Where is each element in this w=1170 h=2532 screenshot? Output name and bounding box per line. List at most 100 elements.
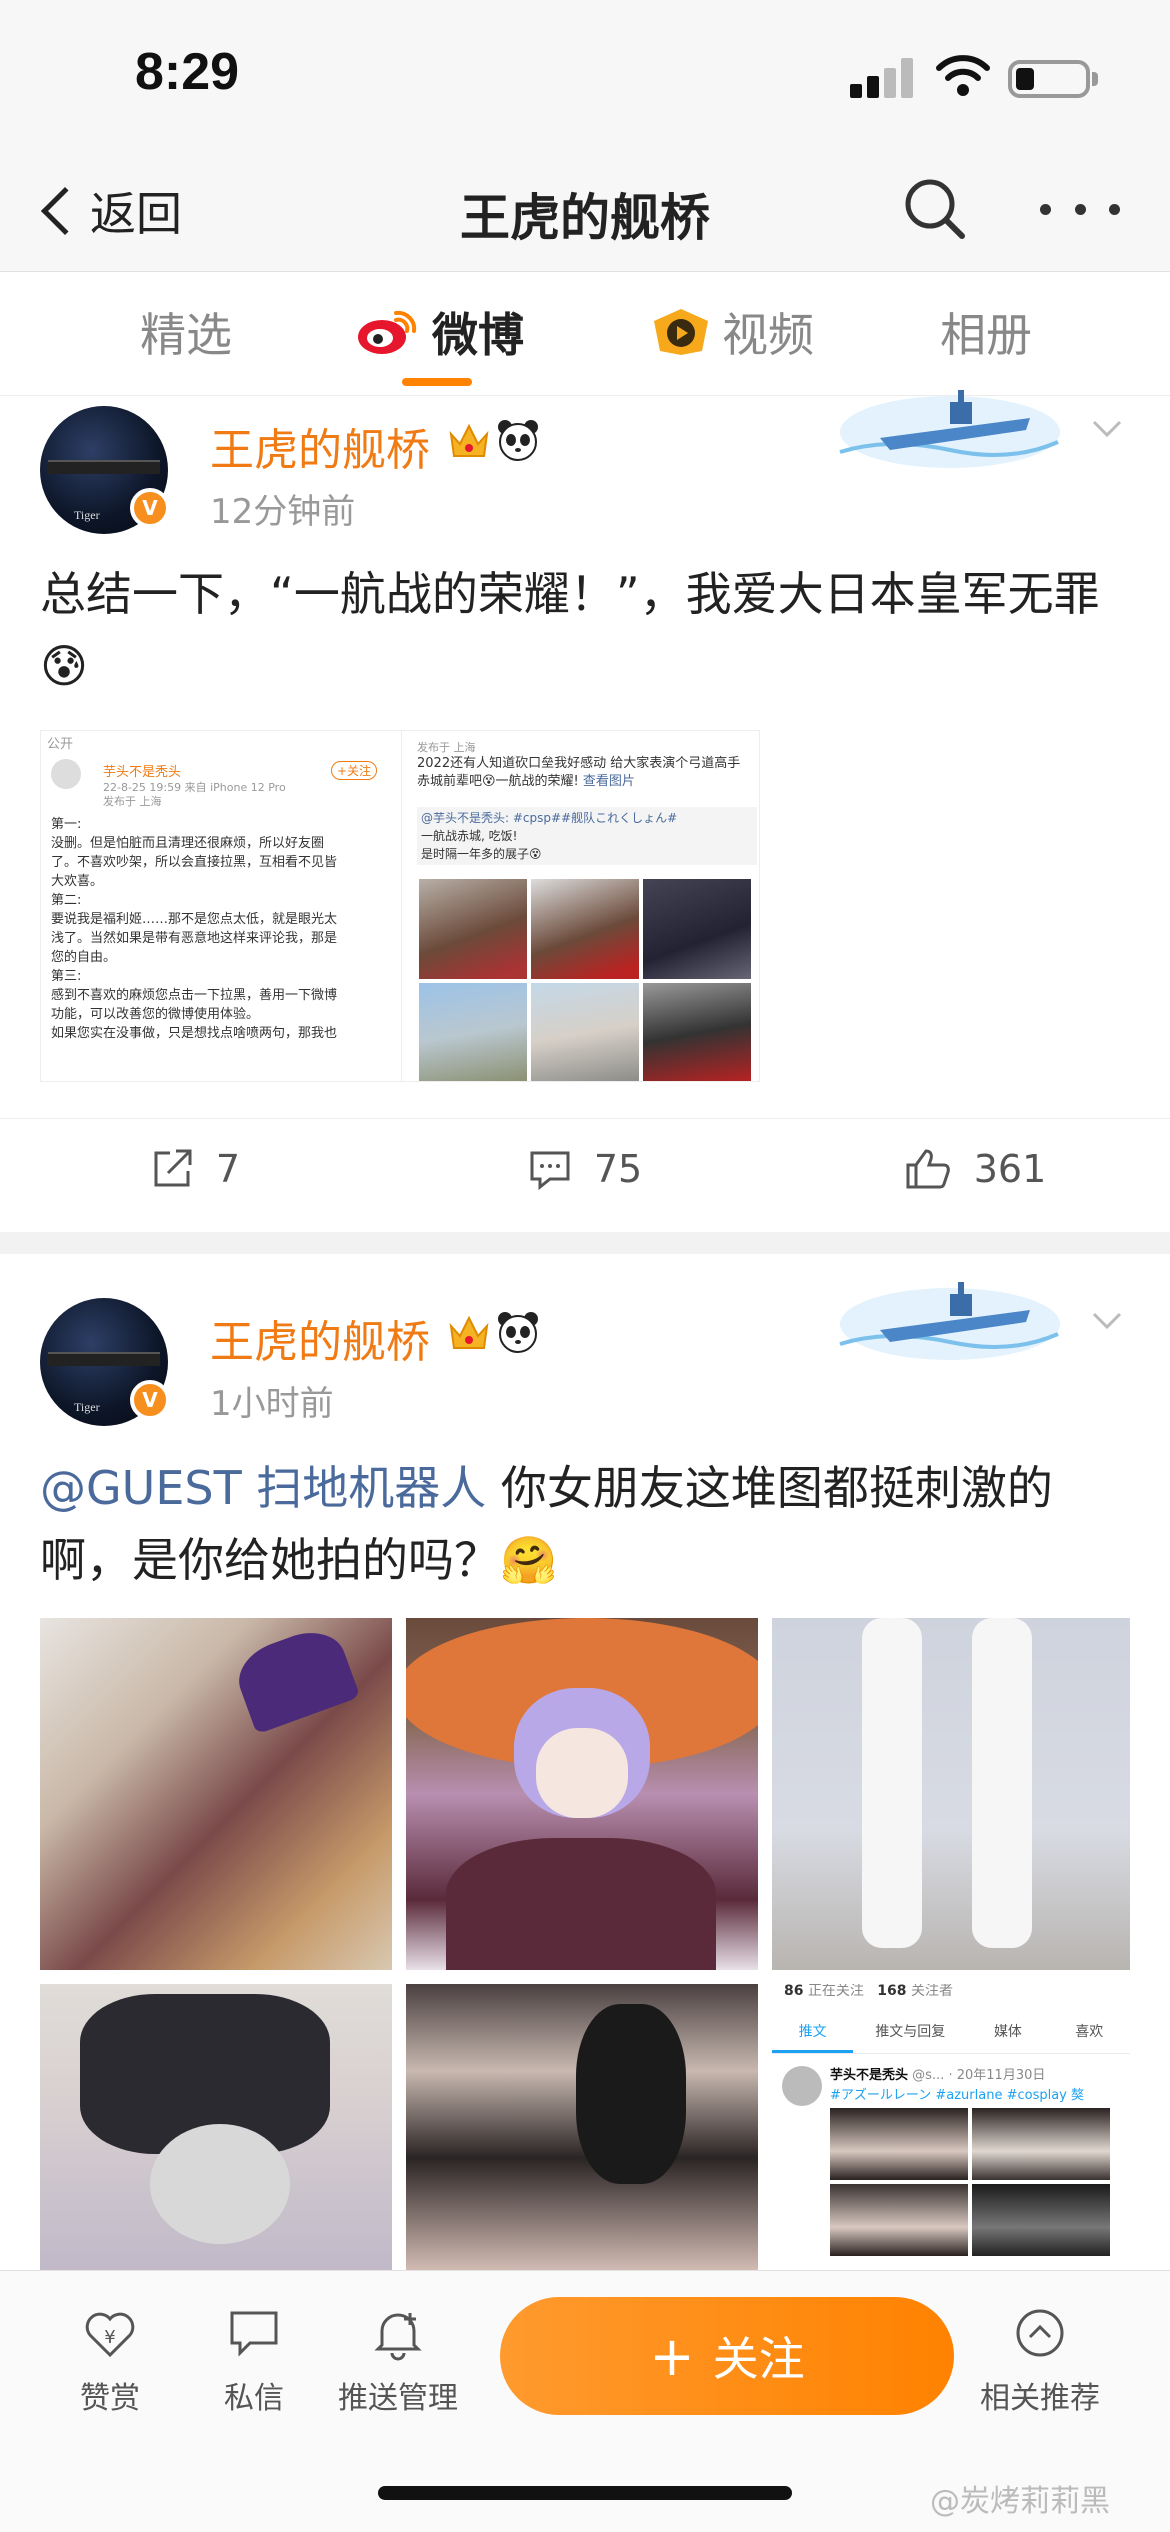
- tweet-hashtags: #アズールレーン #azurlane #cosplay 獒: [830, 2088, 1085, 2103]
- repost-count: 7: [215, 1146, 241, 1191]
- avatar: [782, 2066, 822, 2106]
- tweet-handle: @s...: [912, 2068, 945, 2083]
- panda-icon: [498, 420, 538, 461]
- tab-label: 精选: [140, 308, 232, 362]
- tab-replies: 推文与回复: [875, 2024, 946, 2040]
- post-username[interactable]: 王虎的舰桥: [210, 1306, 430, 1370]
- video-play-icon: [654, 309, 708, 355]
- embedded-line: 没删。但是怕脏而且清理还很麻烦，所以好友圈: [51, 836, 325, 851]
- thumbnail: [419, 983, 527, 1081]
- signal-icon: [850, 58, 914, 98]
- tweet-image: [972, 2184, 1110, 2256]
- photo-thumbnail[interactable]: 86 正在关注 168 关注者 推文 推文与回复 媒体 喜欢 芋头不是秃头 @s…: [772, 1984, 1130, 2270]
- embedded-location: 发布于 上海: [417, 741, 476, 754]
- embedded-author: 芋头不是秃头: [103, 765, 182, 780]
- crown-icon: [449, 1315, 489, 1349]
- embedded-line: 要说我是福利姬……那不是您点太低，就是眼光太: [51, 912, 338, 927]
- tab-label: 相册: [940, 308, 1032, 362]
- tool-label: 私信: [224, 2381, 284, 2416]
- photo-thumbnail[interactable]: [40, 1618, 392, 1970]
- reward-icon: ¥: [85, 2312, 135, 2358]
- post-image[interactable]: 公开 芋头不是秃头 +关注 22-8-25 19:59 来自 iPhone 12…: [40, 730, 760, 1082]
- photo-thumbnail[interactable]: [406, 1618, 758, 1970]
- tab-label: 微博: [432, 308, 524, 362]
- tab-video[interactable]: 视频: [650, 302, 814, 362]
- photo-thumbnail[interactable]: [772, 1618, 1130, 1970]
- thumbnail: [531, 983, 639, 1081]
- panda-icon: [498, 1312, 538, 1353]
- quote-line: 一航战赤城, 吃饭!: [421, 829, 518, 843]
- embedded-line: 了。不喜欢吵架，所以会直接拉黑，互相看不见皆: [51, 855, 338, 870]
- chevron-down-icon[interactable]: [1090, 1304, 1124, 1338]
- tool-label: 推送管理: [338, 2381, 458, 2416]
- post-text: 总结一下，“一航战的荣耀！”，我爱大日本皇军无罪😰: [40, 567, 1100, 693]
- status-time: 8:29: [135, 43, 240, 101]
- tab-likes: 喜欢: [1075, 2024, 1104, 2040]
- tool-label: 赞赏: [80, 2381, 140, 2416]
- tweet-image: [830, 2108, 968, 2180]
- embedded-line: 如果您实在没事做，只是想找点啥喷两句，那我也: [51, 1026, 338, 1041]
- tweet-image: [830, 2184, 968, 2256]
- post-separator: [0, 1232, 1170, 1254]
- chevron-up-circle-icon: [1016, 2309, 1064, 2357]
- nav-header: 返回 王虎的舰桥: [0, 150, 1170, 272]
- quote-line: 是时隔一年多的展子😵: [421, 847, 542, 861]
- tweet-image: [972, 2108, 1110, 2180]
- crown-icon: [449, 423, 489, 457]
- post-timestamp: 12分钟前: [210, 492, 356, 532]
- like-button[interactable]: 361: [780, 1119, 1170, 1218]
- post-username[interactable]: 王虎的舰桥: [210, 414, 430, 478]
- photo-thumbnail[interactable]: [406, 1984, 758, 2270]
- mention-link[interactable]: @GUEST 扫地机器人: [40, 1461, 486, 1515]
- tweet-author: 芋头不是秃头: [830, 2068, 909, 2083]
- repost-button[interactable]: 7: [0, 1119, 390, 1218]
- push-settings-button[interactable]: 推送管理: [328, 2305, 468, 2417]
- tab-tweets: 推文: [772, 2014, 854, 2053]
- message-button[interactable]: 私信: [184, 2305, 324, 2417]
- thumbnail: [643, 879, 751, 979]
- watermark: @炭烤莉莉黑: [930, 2484, 1110, 2519]
- comment-button[interactable]: 75: [390, 1119, 780, 1218]
- search-icon[interactable]: [900, 174, 970, 244]
- embedded-line: 第一:: [51, 817, 82, 832]
- visibility-label: 公开: [47, 737, 74, 752]
- thumbnail: [531, 879, 639, 979]
- follow-button[interactable]: + 关注: [500, 2297, 954, 2415]
- status-bar: 8:29: [0, 0, 1170, 150]
- verified-badge-icon: V: [130, 488, 170, 528]
- tab-featured[interactable]: 精选: [140, 302, 232, 362]
- warship-decoration-icon: [839, 1282, 1060, 1360]
- reward-button[interactable]: ¥ 赞赏: [40, 2305, 180, 2417]
- post-timestamp: 1小时前: [210, 1384, 334, 1424]
- embedded-line: 感到不喜欢的麻烦您点击一下拉黑，善用一下微博: [51, 988, 338, 1003]
- embedded-line: 第二:: [51, 893, 82, 908]
- tab-weibo[interactable]: 微博: [356, 302, 524, 362]
- tweet-date: · 20年11月30日: [948, 2068, 1046, 2083]
- tab-album[interactable]: 相册: [940, 302, 1032, 362]
- page-title: 王虎的舰桥: [460, 189, 710, 247]
- battery-cap: [1092, 72, 1098, 86]
- home-indicator: [378, 2486, 792, 2500]
- active-tab-indicator: [402, 378, 472, 386]
- embedded-text-body: 2022还有人知道砍口垒我好感动 给大家表演个弓道高手赤城前辈吧😵一航战的荣耀!: [417, 756, 741, 789]
- share-icon: [154, 1149, 192, 1186]
- verified-badge-icon: V: [130, 1380, 170, 1420]
- embedded-line: 浅了。当然如果是带有恶意地这样来评论我，那是: [51, 931, 338, 946]
- followers-label: 关注者: [910, 1984, 953, 1999]
- follow-label: 关注: [712, 2332, 805, 2386]
- post-text: @GUEST 扫地机器人 你女朋友这堆图都挺刺激的啊，是你给她拍的吗？🤗: [40, 1452, 1140, 1596]
- chevron-down-icon[interactable]: [1090, 412, 1124, 446]
- following-label: 正在关注: [807, 1984, 864, 1999]
- more-icon[interactable]: [1040, 194, 1120, 224]
- related-button[interactable]: 相关推荐: [970, 2305, 1110, 2417]
- embedded-line: 第三:: [51, 969, 82, 984]
- feed-post: Tiger V 王虎的舰桥 1小时前 @GUEST 扫地机器人 你女朋友这堆图都…: [0, 1254, 1170, 2270]
- comment-count: 75: [593, 1146, 643, 1191]
- tab-label: 视频: [722, 308, 814, 362]
- photo-thumbnail[interactable]: [40, 1984, 392, 2270]
- thumbs-up-icon: [906, 1148, 950, 1188]
- view-image-link: 查看图片: [582, 774, 635, 789]
- post-actions: 7 75 361: [0, 1118, 1170, 1218]
- tool-label: 相关推荐: [980, 2381, 1100, 2416]
- thumbnail: [419, 879, 527, 979]
